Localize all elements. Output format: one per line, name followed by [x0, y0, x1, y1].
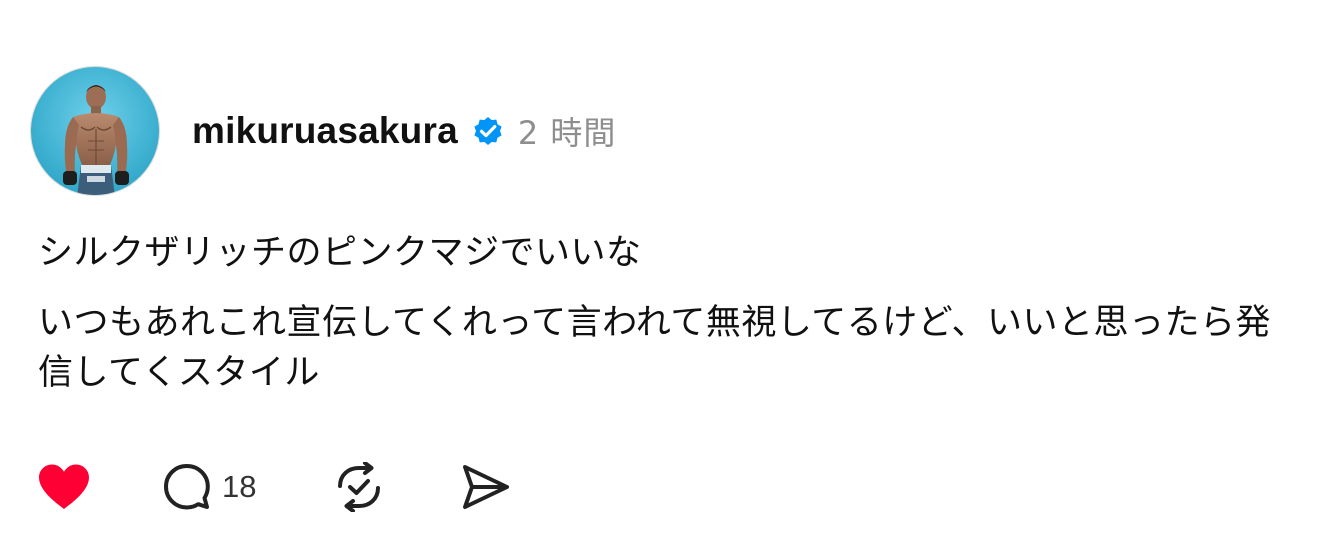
username[interactable]: mikuruasakura	[192, 110, 458, 152]
post-paragraph: シルクザリッチのピンクマジでいいな	[38, 233, 642, 273]
post-body: シルクザリッチのピンクマジでいいな いつもあれこれ宣伝してくれって言われて無視し…	[38, 228, 1288, 398]
action-bar: 18	[36, 460, 512, 514]
post-header: mikuruasakura 2 時間	[30, 66, 616, 196]
verified-badge-icon	[470, 113, 506, 149]
share-button[interactable]	[460, 463, 512, 511]
repost-button[interactable]	[332, 462, 386, 512]
thread-post: mikuruasakura 2 時間 シルクザリッチのピンクマジでいいな いつも…	[0, 0, 1320, 547]
avatar[interactable]	[30, 66, 160, 196]
heart-icon	[39, 464, 89, 509]
send-icon	[463, 465, 510, 509]
like-button[interactable]	[36, 462, 92, 512]
avatar-image	[31, 67, 159, 195]
post-time: 2 時間	[517, 114, 617, 152]
repost-icon	[338, 462, 381, 512]
reply-button[interactable]: 18	[162, 462, 256, 512]
post-paragraph: いつもあれこれ宣伝してくれって言われて無視してるけど、いいと思ったら発信してくス…	[38, 303, 1272, 393]
comment-icon	[164, 464, 210, 510]
reply-count: 18	[222, 469, 257, 504]
post-meta: mikuruasakura 2 時間	[192, 108, 616, 154]
